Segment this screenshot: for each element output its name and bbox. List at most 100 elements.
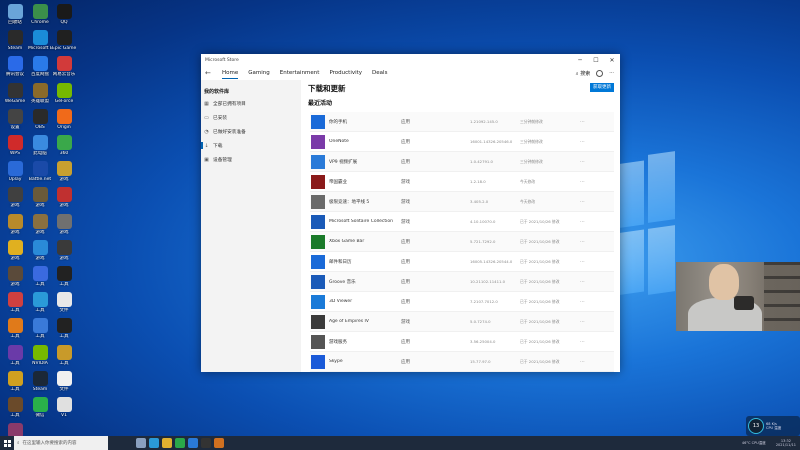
tab-gaming[interactable]: Gaming — [243, 66, 275, 80]
desktop-icon[interactable]: 文件 — [52, 292, 76, 313]
desktop-icon[interactable]: 游戏 — [28, 213, 52, 235]
desktop-icon[interactable]: 游戏 — [52, 239, 76, 261]
list-item[interactable]: Groove 音乐 应用 10.21102.11411.0 已于 2021/10/26… — [310, 272, 614, 292]
more-options-button[interactable]: ··· — [580, 339, 585, 345]
list-item[interactable]: 游戏服务 应用 3.56.25004.0 已于 2021/10/26 修改 ··· — [310, 332, 614, 352]
more-options-button[interactable]: ··· — [580, 119, 585, 125]
desktop-icon[interactable]: 腾讯会议 — [3, 56, 27, 77]
more-options-button[interactable]: ··· — [580, 299, 585, 305]
desktop-icon[interactable]: 游戏 — [3, 187, 27, 208]
obs-icon[interactable] — [201, 438, 211, 448]
desktop-icon[interactable]: 游戏 — [52, 187, 76, 208]
desktop-icon[interactable]: Uplay — [3, 161, 27, 182]
desktop-icon[interactable]: WeGame — [3, 82, 27, 104]
desktop-icon[interactable]: 此电脑 — [28, 135, 52, 156]
desktop-icon[interactable]: V1 — [52, 397, 76, 418]
sidebar-item-devices[interactable]: ▣ 设备管理 — [201, 153, 301, 167]
desktop-icon[interactable]: OBS — [28, 108, 52, 130]
desktop-icon[interactable]: 工具 — [3, 344, 27, 366]
desktop-icon[interactable]: 游戏 — [3, 266, 27, 287]
desktop-icon[interactable]: Chrome — [28, 4, 52, 25]
more-options-button[interactable]: ··· — [580, 279, 585, 285]
desktop-icon[interactable]: Epic Games — [52, 30, 76, 51]
desktop-icon[interactable]: Steam — [28, 370, 52, 392]
list-item[interactable]: Microsoft Solitaire Collection 游戏 4.10.100… — [310, 212, 614, 232]
cpu-monitor-widget[interactable]: 13 68 K/s CPU 温度 — [746, 416, 800, 436]
desktop-icon[interactable]: GeForce — [52, 82, 76, 104]
list-item[interactable]: 3D Viewer 应用 7.2107.7012.0 已于 2021/10/26 修改… — [310, 292, 614, 312]
desktop-icon[interactable]: 游戏 — [3, 239, 27, 261]
close-button[interactable]: ✕ — [604, 57, 620, 64]
more-options-button[interactable]: ··· — [580, 159, 585, 165]
more-options-button[interactable]: ··· — [580, 319, 585, 325]
more-options-button[interactable]: ··· — [580, 359, 585, 365]
desktop-icon[interactable]: 工具 — [3, 318, 27, 339]
desktop-icon[interactable]: 回收站 — [3, 4, 27, 25]
desktop-icon[interactable]: Steam — [3, 30, 27, 51]
desktop-icon[interactable]: Battle.net — [28, 161, 52, 182]
minimize-button[interactable]: ─ — [572, 57, 588, 64]
desktop-icon[interactable]: 工具 — [3, 397, 27, 418]
desktop-icon[interactable]: 工具 — [52, 344, 76, 366]
desktop-icon[interactable]: 工具 — [3, 292, 27, 313]
list-item[interactable]: Age of Empires IV 游戏 5.0.7274.0 已于 2021/10/… — [310, 312, 614, 332]
desktop-icon[interactable]: 英雄联盟 — [28, 82, 52, 104]
back-button[interactable]: ← — [205, 69, 217, 77]
list-item[interactable]: 极限竞速：地平线 5 游戏 3.405.2.0 今天修改 ··· — [310, 192, 614, 212]
list-item[interactable]: VP9 视频扩展 应用 1.0.42791.0 三分钟前修改 ··· — [310, 152, 614, 172]
store-icon[interactable] — [188, 438, 198, 448]
desktop-icon[interactable]: NVIDIA — [28, 344, 52, 366]
edge-icon[interactable] — [149, 438, 159, 448]
game-icon[interactable] — [214, 438, 224, 448]
tab-home[interactable]: Home — [217, 66, 243, 80]
desktop-icon[interactable]: 工具 — [28, 266, 52, 287]
list-item[interactable]: 邮件和日历 应用 16005.14326.20544.0 已于 2021/10/26 … — [310, 252, 614, 272]
sidebar-item-all-owned[interactable]: ▦ 全部已拥有项目 — [201, 97, 301, 111]
more-options-button[interactable]: ··· — [580, 219, 585, 225]
desktop-icon[interactable]: 游戏 — [52, 213, 76, 235]
desktop-icon[interactable]: 游戏 — [28, 239, 52, 261]
list-item[interactable]: Skype 应用 15.77.97.0 已于 2021/10/26 修改 ··· — [310, 352, 614, 372]
sidebar-item-ready[interactable]: ◔ 已做好安装准备 — [201, 125, 301, 139]
desktop-icon[interactable]: 微信 — [28, 397, 52, 418]
more-options-button[interactable]: ··· — [580, 239, 585, 245]
desktop-icon[interactable]: 工具 — [28, 318, 52, 339]
get-updates-button[interactable]: 获取更新 — [590, 83, 614, 92]
desktop-icon[interactable]: 工具 — [28, 292, 52, 313]
clock[interactable]: 13:32 2021/11/11 — [776, 439, 796, 447]
desktop-icon[interactable]: 工具 — [52, 266, 76, 287]
desktop-icon[interactable]: 工具 — [52, 318, 76, 339]
desktop-icon[interactable]: 网易云音乐 — [52, 56, 76, 77]
tab-deals[interactable]: Deals — [367, 66, 392, 80]
list-item[interactable]: 你的手机 应用 1.21092.145.0 三分钟前修改 ··· — [310, 112, 614, 132]
more-options-button[interactable]: ··· — [580, 199, 585, 205]
tab-entertainment[interactable]: Entertainment — [275, 66, 325, 80]
start-button[interactable] — [0, 436, 14, 450]
more-button[interactable]: ··· — [609, 70, 614, 76]
more-options-button[interactable]: ··· — [580, 259, 585, 265]
avatar[interactable] — [596, 69, 604, 77]
task-view-icon[interactable] — [136, 438, 146, 448]
taskbar-search[interactable]: ⌕ 在这里输入你要搜索的内容 — [14, 436, 108, 450]
sidebar-item-downloads[interactable]: ↓ 下载 — [201, 139, 301, 153]
desktop-icon[interactable]: QQ — [52, 4, 76, 25]
more-options-button[interactable]: ··· — [580, 179, 585, 185]
desktop-icon[interactable]: Origin — [52, 108, 76, 130]
more-options-button[interactable]: ··· — [580, 139, 585, 145]
desktop-icon[interactable]: 游戏 — [28, 187, 52, 208]
desktop-icon[interactable]: 游戏 — [3, 213, 27, 235]
sidebar-item-installed[interactable]: ▭ 已安装 — [201, 111, 301, 125]
desktop-icon[interactable]: WPS — [3, 135, 27, 156]
desktop-icon[interactable]: 游戏 — [52, 161, 76, 182]
desktop-icon[interactable]: 百度网盘 — [28, 56, 52, 77]
desktop-icon[interactable]: Microsoft Edge — [28, 30, 52, 51]
explorer-icon[interactable] — [162, 438, 172, 448]
search-button[interactable]: ⌕ 搜索 — [576, 70, 590, 77]
desktop-icon[interactable]: 工具 — [3, 370, 27, 392]
xbox-icon[interactable] — [175, 438, 185, 448]
list-item[interactable]: 帝国霸业 游戏 1.2.18.0 今天修改 ··· — [310, 172, 614, 192]
list-item[interactable]: OneNote 应用 16001.14326.20546.0 三分钟前修改 ··· — [310, 132, 614, 152]
desktop-icon[interactable]: 360 — [52, 135, 76, 156]
desktop-icon[interactable]: 文件 — [52, 370, 76, 392]
maximize-button[interactable]: ☐ — [588, 57, 604, 64]
